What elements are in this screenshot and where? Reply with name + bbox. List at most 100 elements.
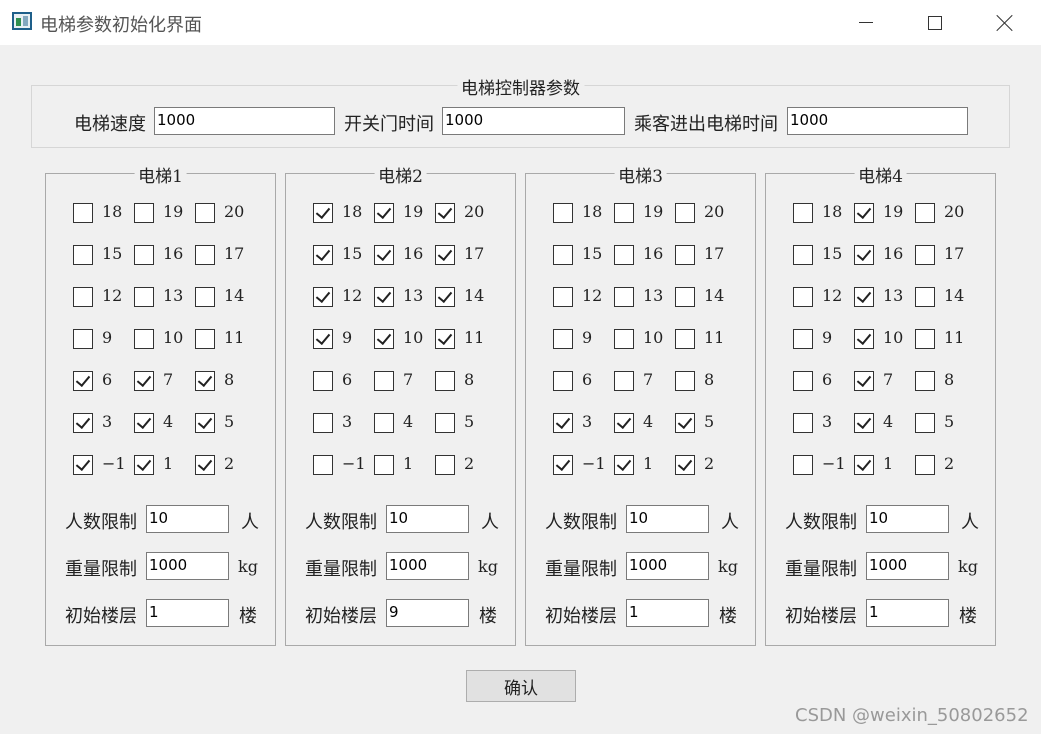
floor-checkbox[interactable] xyxy=(793,455,813,475)
floor-checkbox[interactable] xyxy=(313,287,333,307)
floor-checkbox[interactable] xyxy=(793,287,813,307)
floor-checkbox[interactable] xyxy=(374,413,394,433)
maximize-button[interactable] xyxy=(900,0,970,45)
floor-checkbox[interactable] xyxy=(793,203,813,223)
floor-checkbox[interactable] xyxy=(675,245,695,265)
floor-checkbox[interactable] xyxy=(915,245,935,265)
floor-checkbox[interactable] xyxy=(915,287,935,307)
initial-floor-input[interactable]: 9 xyxy=(386,599,469,627)
floor-checkbox[interactable] xyxy=(73,371,93,391)
floor-checkbox[interactable] xyxy=(134,413,154,433)
floor-checkbox[interactable] xyxy=(614,203,634,223)
floor-checkbox[interactable] xyxy=(614,287,634,307)
floor-checkbox[interactable] xyxy=(553,371,573,391)
floor-checkbox[interactable] xyxy=(313,371,333,391)
floor-checkbox[interactable] xyxy=(435,245,455,265)
floor-checkbox[interactable] xyxy=(854,371,874,391)
initial-floor-input[interactable]: 1 xyxy=(626,599,709,627)
floor-checkbox[interactable] xyxy=(313,245,333,265)
floor-checkbox[interactable] xyxy=(675,371,695,391)
floor-checkbox[interactable] xyxy=(195,413,215,433)
floor-checkbox[interactable] xyxy=(73,329,93,349)
floor-checkbox[interactable] xyxy=(195,245,215,265)
weight-limit-input[interactable]: 1000 xyxy=(866,552,949,580)
floor-checkbox[interactable] xyxy=(374,329,394,349)
people-limit-input[interactable]: 10 xyxy=(866,505,949,533)
floor-checkbox[interactable] xyxy=(134,203,154,223)
floor-checkbox[interactable] xyxy=(553,413,573,433)
floor-checkbox[interactable] xyxy=(675,329,695,349)
floor-checkbox[interactable] xyxy=(435,413,455,433)
floor-checkbox[interactable] xyxy=(915,371,935,391)
floor-checkbox[interactable] xyxy=(614,371,634,391)
floor-checkbox[interactable] xyxy=(915,329,935,349)
floor-checkbox[interactable] xyxy=(73,413,93,433)
floor-checkbox[interactable] xyxy=(313,413,333,433)
floor-checkbox[interactable] xyxy=(134,329,154,349)
floor-checkbox[interactable] xyxy=(374,203,394,223)
minimize-button[interactable] xyxy=(831,0,901,45)
floor-checkbox[interactable] xyxy=(313,329,333,349)
confirm-button[interactable]: 确认 xyxy=(466,670,576,702)
people-limit-input[interactable]: 10 xyxy=(146,505,229,533)
floor-checkbox[interactable] xyxy=(854,203,874,223)
floor-checkbox[interactable] xyxy=(374,455,394,475)
floor-checkbox[interactable] xyxy=(614,329,634,349)
weight-limit-input[interactable]: 1000 xyxy=(626,552,709,580)
floor-checkbox[interactable] xyxy=(195,455,215,475)
floor-checkbox[interactable] xyxy=(73,203,93,223)
floor-checkbox[interactable] xyxy=(675,413,695,433)
floor-checkbox[interactable] xyxy=(793,245,813,265)
floor-checkbox[interactable] xyxy=(195,329,215,349)
floor-checkbox[interactable] xyxy=(195,371,215,391)
speed-input[interactable]: 1000 xyxy=(154,107,335,135)
floor-checkbox[interactable] xyxy=(73,245,93,265)
floor-checkbox[interactable] xyxy=(675,455,695,475)
floor-checkbox[interactable] xyxy=(854,287,874,307)
floor-checkbox[interactable] xyxy=(435,203,455,223)
close-button[interactable] xyxy=(970,0,1040,45)
floor-checkbox[interactable] xyxy=(435,371,455,391)
floor-checkbox[interactable] xyxy=(195,203,215,223)
floor-checkbox[interactable] xyxy=(793,329,813,349)
floor-checkbox[interactable] xyxy=(553,455,573,475)
floor-checkbox[interactable] xyxy=(313,455,333,475)
floor-checkbox[interactable] xyxy=(553,329,573,349)
floor-checkbox[interactable] xyxy=(793,413,813,433)
floor-checkbox[interactable] xyxy=(134,371,154,391)
door-time-input[interactable]: 1000 xyxy=(442,107,625,135)
floor-checkbox[interactable] xyxy=(915,455,935,475)
floor-checkbox[interactable] xyxy=(435,329,455,349)
floor-checkbox[interactable] xyxy=(854,329,874,349)
weight-limit-input[interactable]: 1000 xyxy=(386,552,469,580)
floor-checkbox[interactable] xyxy=(854,413,874,433)
floor-checkbox[interactable] xyxy=(614,413,634,433)
floor-checkbox[interactable] xyxy=(134,245,154,265)
floor-checkbox[interactable] xyxy=(73,287,93,307)
floor-checkbox[interactable] xyxy=(435,455,455,475)
floor-checkbox[interactable] xyxy=(73,455,93,475)
floor-checkbox[interactable] xyxy=(614,455,634,475)
floor-checkbox[interactable] xyxy=(793,371,813,391)
floor-checkbox[interactable] xyxy=(553,287,573,307)
floor-checkbox[interactable] xyxy=(435,287,455,307)
floor-checkbox[interactable] xyxy=(614,245,634,265)
floor-checkbox[interactable] xyxy=(374,287,394,307)
people-limit-input[interactable]: 10 xyxy=(386,505,469,533)
floor-checkbox[interactable] xyxy=(675,203,695,223)
floor-checkbox[interactable] xyxy=(134,455,154,475)
weight-limit-input[interactable]: 1000 xyxy=(146,552,229,580)
floor-checkbox[interactable] xyxy=(675,287,695,307)
floor-checkbox[interactable] xyxy=(915,413,935,433)
floor-checkbox[interactable] xyxy=(134,287,154,307)
floor-checkbox[interactable] xyxy=(374,371,394,391)
floor-checkbox[interactable] xyxy=(374,245,394,265)
initial-floor-input[interactable]: 1 xyxy=(866,599,949,627)
floor-checkbox[interactable] xyxy=(915,203,935,223)
passenger-time-input[interactable]: 1000 xyxy=(787,107,968,135)
floor-checkbox[interactable] xyxy=(313,203,333,223)
floor-checkbox[interactable] xyxy=(553,203,573,223)
people-limit-input[interactable]: 10 xyxy=(626,505,709,533)
floor-checkbox[interactable] xyxy=(854,455,874,475)
floor-checkbox[interactable] xyxy=(553,245,573,265)
